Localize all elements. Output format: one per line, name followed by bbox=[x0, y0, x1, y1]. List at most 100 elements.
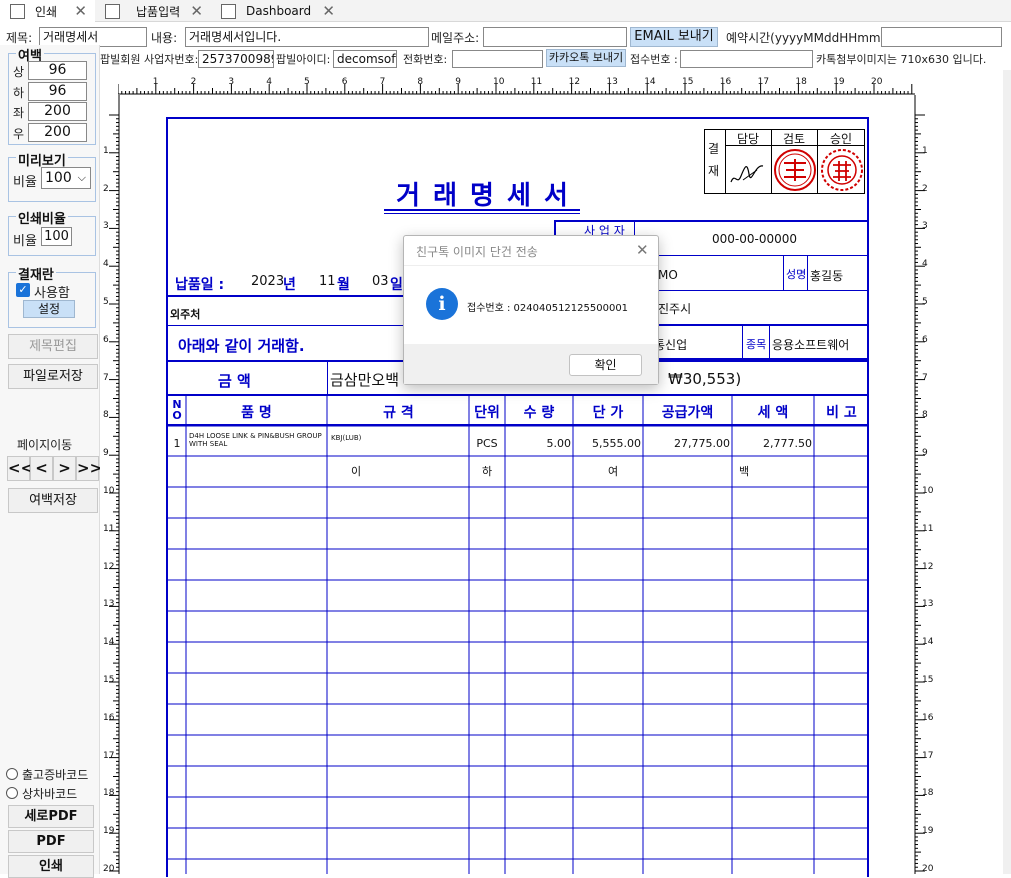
tab-bar: 인쇄 ✕ 납품입력 ✕ Dashboard ✕ bbox=[0, 0, 1011, 22]
send-result-dialog: 친구톡 이미지 단건 전송 ✕ i 접수번호 : 024040512125500… bbox=[403, 235, 659, 385]
ruler-side-number: 19 bbox=[922, 826, 934, 837]
nav-next-button[interactable]: > bbox=[53, 456, 76, 481]
popbill-bizno-label: 팝빌회원 사업자번호: bbox=[100, 53, 199, 66]
preview-scrollbar[interactable] bbox=[1003, 70, 1011, 874]
ruler-side-number: 15 bbox=[103, 675, 115, 685]
ruler-side-number: 2 bbox=[922, 183, 928, 194]
ruler-top-number: 7 bbox=[379, 77, 386, 87]
approval-header-charge: 담당 bbox=[736, 132, 760, 146]
ruler-side-number: 11 bbox=[922, 523, 934, 534]
preview-ratio-label: 비율 bbox=[13, 175, 37, 190]
tab-delivery-input[interactable]: 납품입력 ✕ bbox=[95, 0, 211, 22]
header-note: 비 고 bbox=[826, 405, 857, 421]
margin-bottom-input[interactable]: 96 bbox=[28, 82, 87, 101]
row2-tax: 백 bbox=[739, 465, 750, 478]
portrait-pdf-button[interactable]: 세로PDF bbox=[8, 805, 94, 828]
nav-first-button[interactable]: << bbox=[7, 456, 33, 481]
ok-button[interactable]: 확인 bbox=[569, 354, 642, 376]
radio-out-barcode[interactable] bbox=[6, 768, 18, 780]
approval-setting-button[interactable]: 설정 bbox=[23, 300, 75, 318]
ruler-side-number: 2 bbox=[103, 183, 109, 194]
ruler-side-number: 4 bbox=[103, 259, 109, 270]
ruler-side-number: 1 bbox=[103, 145, 109, 156]
approval-stamp-image bbox=[821, 149, 863, 191]
popbill-bizno-input[interactable]: 2573700989 bbox=[198, 50, 274, 68]
print-button[interactable]: 인쇄 bbox=[8, 855, 94, 878]
approval-use-checkbox[interactable]: ✓ bbox=[16, 283, 30, 297]
margin-top-input[interactable]: 96 bbox=[28, 61, 87, 80]
ruler-top-number: 8 bbox=[417, 77, 424, 87]
ruler-side-number: 10 bbox=[103, 486, 115, 496]
chevron-down-icon: ⌵ bbox=[77, 171, 86, 184]
ruler-side-number: 17 bbox=[922, 750, 934, 761]
header-qty: 수 량 bbox=[523, 405, 555, 421]
approval-group-title: 결재란 bbox=[16, 264, 56, 283]
receipt-no-input[interactable] bbox=[680, 50, 813, 68]
close-icon[interactable]: ✕ bbox=[322, 2, 335, 20]
delivery-month-unit: 월 bbox=[337, 277, 350, 293]
ruler-top-number: 11 bbox=[530, 77, 543, 87]
ruler-top-number: 16 bbox=[719, 77, 732, 87]
title-input[interactable]: 거래명세서 bbox=[39, 27, 147, 47]
address-value-partial: 진주시 bbox=[658, 302, 692, 316]
row1-spec: KBJ(LUB) bbox=[331, 434, 362, 442]
reserve-time-input[interactable] bbox=[881, 27, 1002, 47]
tab-checkbox[interactable] bbox=[105, 3, 120, 19]
save-file-button[interactable]: 파일로저장 bbox=[8, 364, 98, 389]
tab-dashboard[interactable]: Dashboard ✕ bbox=[211, 0, 343, 22]
ruler-side-number: 7 bbox=[922, 372, 928, 383]
delivery-day-unit: 일 bbox=[390, 277, 403, 293]
page-move-label: 페이지이동 bbox=[17, 438, 73, 452]
delivery-year: 2023 bbox=[251, 274, 285, 289]
ruler-top-number: 13 bbox=[606, 77, 618, 87]
popbill-id-input[interactable]: decomsoft bbox=[333, 50, 397, 68]
row1-unit: PCS bbox=[476, 437, 498, 450]
margin-left-label: 좌 bbox=[13, 106, 25, 120]
ruler-side-number: 16 bbox=[922, 712, 934, 723]
ruler-side-number: 3 bbox=[922, 221, 928, 232]
kakao-send-button[interactable]: 카카오톡 보내기 bbox=[546, 49, 626, 67]
dialog-message: 접수번호 : 024040512125500001 bbox=[467, 303, 629, 314]
amount-korean: 금삼만오백 bbox=[330, 371, 400, 389]
info-icon: i bbox=[426, 288, 458, 320]
email-input[interactable] bbox=[483, 27, 627, 47]
ruler-side-number: 12 bbox=[103, 561, 115, 572]
ruler-side-number: 14 bbox=[103, 637, 115, 648]
ruler-top-number: 5 bbox=[304, 77, 310, 87]
receipt-no-label: 접수번호 : bbox=[630, 53, 678, 66]
nav-prev-button[interactable]: < bbox=[30, 456, 53, 481]
print-ratio-group-title: 인쇄비율 bbox=[16, 208, 68, 227]
margin-right-label: 우 bbox=[13, 127, 25, 141]
preview-ratio-select[interactable]: 100 ⌵ bbox=[41, 167, 91, 189]
margin-right-input[interactable]: 200 bbox=[28, 123, 87, 142]
email-label: 메일주소: bbox=[431, 31, 480, 45]
approval-side-label: 결 재 bbox=[708, 142, 720, 178]
ruler-top-number: 20 bbox=[871, 77, 883, 87]
margin-left-input[interactable]: 200 bbox=[28, 102, 87, 121]
biz-no-value: 000-00-00000 bbox=[712, 232, 798, 246]
header-unit: 단위 bbox=[474, 405, 500, 421]
tab-checkbox[interactable] bbox=[221, 3, 236, 19]
ceo-value: 홍길동 bbox=[810, 269, 844, 283]
email-send-button[interactable]: EMAIL 보내기 bbox=[630, 27, 718, 47]
close-icon[interactable]: ✕ bbox=[74, 2, 87, 20]
print-ratio-input[interactable]: 100 bbox=[41, 227, 72, 246]
ruler-top-number: 14 bbox=[644, 77, 656, 87]
margin-top-label: 상 bbox=[13, 65, 25, 79]
ceo-label: 성명 bbox=[786, 268, 807, 281]
nav-last-button[interactable]: >> bbox=[76, 456, 102, 481]
close-icon[interactable]: ✕ bbox=[636, 241, 649, 259]
close-icon[interactable]: ✕ bbox=[190, 2, 203, 20]
phone-input[interactable] bbox=[452, 50, 543, 68]
ruler-side-number: 5 bbox=[103, 297, 109, 307]
save-margin-button[interactable]: 여백저장 bbox=[8, 488, 98, 513]
pdf-button[interactable]: PDF bbox=[8, 830, 94, 853]
tab-checkbox[interactable] bbox=[10, 3, 25, 19]
edit-title-button[interactable]: 제목편집 bbox=[8, 334, 98, 359]
ruler-top-number: 1 bbox=[152, 77, 159, 87]
tab-print[interactable]: 인쇄 ✕ bbox=[0, 0, 95, 22]
radio-box-barcode[interactable] bbox=[6, 787, 18, 799]
ruler-side-number: 18 bbox=[103, 788, 115, 799]
content-input[interactable]: 거래명세서입니다. bbox=[185, 27, 429, 47]
reserve-time-label: 예약시간(yyyyMMddHHmmss) bbox=[726, 31, 898, 45]
